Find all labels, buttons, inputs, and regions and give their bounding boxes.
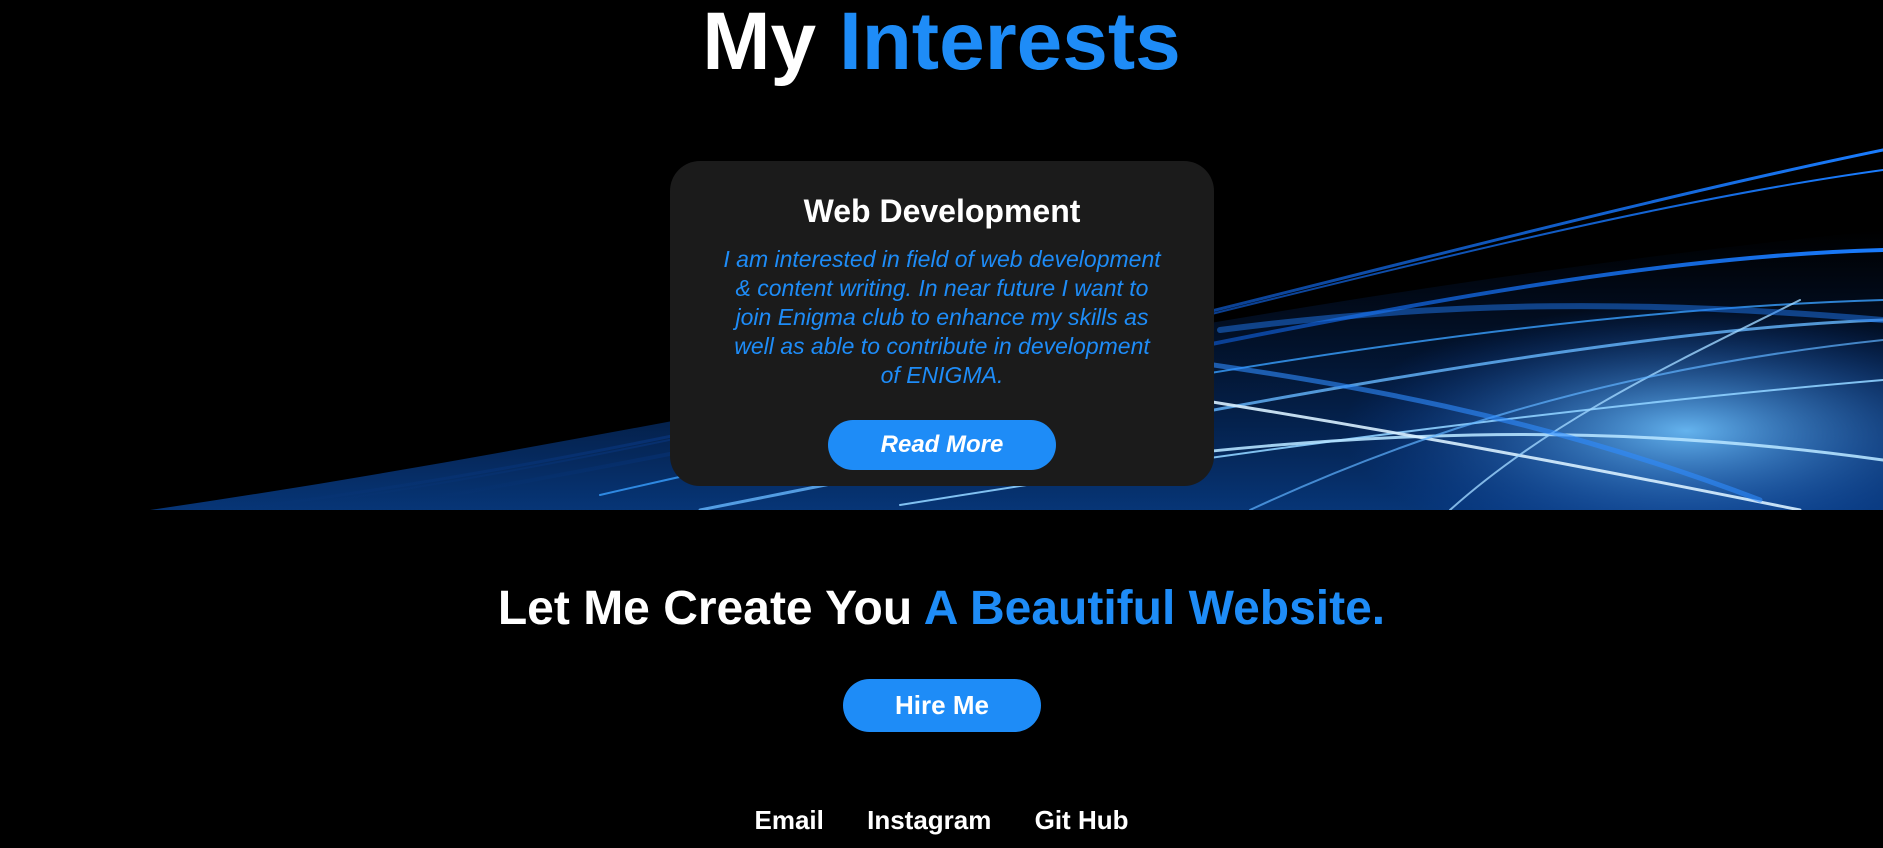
interest-card: Web Development I am interested in field… (670, 161, 1214, 486)
cta-heading-part2: A Beautiful Website. (923, 582, 1386, 635)
footer-links: Email Instagram Git Hub (0, 805, 1883, 835)
instagram-link[interactable]: Instagram (867, 805, 991, 835)
card-description: I am interested in field of web developm… (723, 246, 1161, 388)
interests-heading-part2: Interests (838, 0, 1181, 87)
cta-heading-part1: Let Me Create You (497, 582, 913, 635)
email-link[interactable]: Email (755, 805, 824, 835)
card-title: Web Development (803, 193, 1081, 229)
hire-me-button[interactable]: Hire Me (843, 679, 1041, 732)
github-link[interactable]: Git Hub (1035, 805, 1129, 835)
interests-heading: My Interests (0, 0, 1883, 84)
interests-heading-part1: My (702, 0, 817, 87)
read-more-button[interactable]: Read More (828, 420, 1056, 470)
page: My Interests Web Development I am intere… (0, 0, 1883, 848)
cta-heading: Let Me Create You A Beautiful Website. (0, 580, 1883, 638)
